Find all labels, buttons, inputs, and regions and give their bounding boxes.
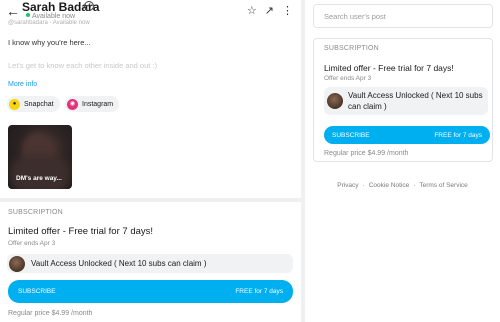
terms-link[interactable]: Terms of Service	[419, 182, 467, 189]
subscription-card: SUBSCRIPTION Limited offer - Free trial …	[313, 38, 493, 162]
header-actions: ☆ ↗ ⋮	[239, 4, 293, 17]
online-status: Available now	[26, 13, 75, 20]
subscribe-label: SUBSCRIBE	[332, 131, 370, 139]
section-divider	[0, 198, 301, 202]
offer-message-text: Vault Access Unlocked ( Next 10 subs can…	[348, 91, 483, 111]
subscribe-price-label: FREE for 7 days	[235, 288, 283, 295]
offer-ends: Offer ends Apr 3	[324, 75, 372, 82]
offer-title: Limited offer - Free trial for 7 days!	[324, 63, 454, 73]
regular-price: Regular price $4.99 /month	[324, 150, 409, 157]
profile-handle: @sarahbadara · Available now	[8, 20, 90, 26]
footer-separator: ·	[413, 182, 416, 189]
offer-message-text: Vault Access Unlocked ( Next 10 subs can…	[31, 259, 207, 268]
sidebar: Search user's post SUBSCRIPTION Limited …	[305, 0, 500, 322]
footer-links: Privacy · Cookie Notice · Terms of Service	[305, 182, 500, 189]
bio-line-2: Let's get to know each other inside and …	[8, 61, 158, 70]
snapchat-chip[interactable]: ● Snapchat	[7, 96, 60, 112]
snapchat-label: Snapchat	[24, 100, 54, 108]
offer-message: Vault Access Unlocked ( Next 10 subs can…	[324, 87, 488, 115]
avatar	[327, 93, 343, 109]
arrow-left-icon[interactable]: ←	[6, 4, 20, 18]
subscription-heading: SUBSCRIPTION	[324, 45, 379, 52]
media-thumbnail[interactable]: DM's are way...	[8, 125, 72, 189]
more-info-link[interactable]: More info	[8, 81, 37, 88]
verified-icon: ✓	[84, 1, 94, 11]
instagram-icon: ◉	[67, 98, 78, 110]
cookie-notice-link[interactable]: Cookie Notice	[369, 182, 409, 189]
offer-title: Limited offer - Free trial for 7 days!	[8, 226, 154, 237]
snapchat-icon: ●	[9, 98, 20, 110]
subscribe-price-label: FREE for 7 days	[434, 131, 482, 139]
status-text: Available now	[32, 13, 76, 20]
subscription-heading: SUBSCRIPTION	[8, 209, 63, 216]
share-icon[interactable]: ↗	[265, 5, 274, 17]
avatar	[9, 255, 25, 272]
search-input[interactable]: Search user's post	[313, 4, 493, 28]
regular-price: Regular price $4.99 /month	[8, 310, 93, 317]
bio-line-1: I know why you're here...	[8, 38, 91, 47]
subscribe-button[interactable]: SUBSCRIBE FREE for 7 days	[8, 280, 293, 303]
profile-panel: ← Sarah Badara ✓ Available now ☆ ↗ ⋮ @sara…	[0, 0, 301, 322]
instagram-chip[interactable]: ◉ Instagram	[65, 96, 120, 112]
subscribe-label: SUBSCRIBE	[18, 288, 56, 295]
instagram-label: Instagram	[82, 100, 114, 108]
star-icon[interactable]: ☆	[247, 5, 257, 17]
offer-message: Vault Access Unlocked ( Next 10 subs can…	[7, 254, 293, 273]
privacy-link[interactable]: Privacy	[337, 182, 358, 189]
offer-ends: Offer ends Apr 3	[8, 240, 56, 247]
online-dot-icon	[26, 13, 30, 17]
media-caption: DM's are way...	[16, 175, 62, 182]
more-vertical-icon[interactable]: ⋮	[282, 5, 293, 17]
subscribe-button[interactable]: SUBSCRIBE FREE for 7 days	[324, 126, 490, 144]
footer-separator: ·	[362, 182, 365, 189]
